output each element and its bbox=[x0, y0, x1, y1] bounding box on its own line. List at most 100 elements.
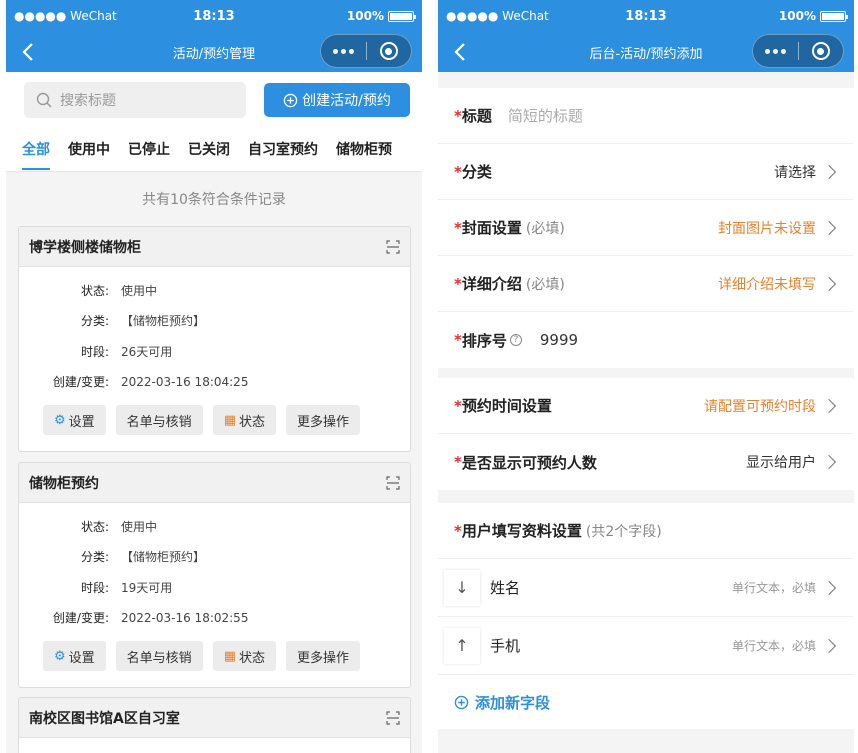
user-fields-hint: (共2个字段) bbox=[585, 523, 662, 540]
carrier-label: ●●●●● WeChat bbox=[14, 9, 117, 23]
order-input[interactable]: 9999 bbox=[540, 331, 578, 349]
help-icon[interactable]: ? bbox=[509, 334, 522, 346]
detail-field[interactable]: * 详细介绍 (必填) 详细介绍未填写 bbox=[438, 256, 854, 312]
create-button-label: 创建活动/预约 bbox=[302, 93, 391, 109]
show-count-label: 是否显示可预约人数 bbox=[461, 453, 597, 472]
plus-circle-icon bbox=[454, 695, 469, 709]
scan-icon[interactable] bbox=[386, 239, 400, 254]
roster-button[interactable]: 名单与核销 bbox=[115, 641, 203, 671]
required-mark: * bbox=[454, 162, 462, 181]
close-mini-program-icon[interactable] bbox=[367, 35, 412, 67]
activity-card: 南校区图书馆A区自习室 bbox=[18, 697, 411, 753]
create-activity-button[interactable]: 创建活动/预约 bbox=[264, 83, 410, 117]
add-field-label: 添加新字段 bbox=[475, 693, 551, 712]
search-placeholder: 搜索标题 bbox=[60, 93, 116, 109]
state-button[interactable]: ▦ 状态 bbox=[212, 405, 276, 435]
add-field-button[interactable]: 添加新字段 bbox=[438, 675, 854, 729]
field-name: 姓名 bbox=[490, 579, 521, 597]
status-row: 状态: 使用中 bbox=[19, 275, 410, 306]
period-label: 时段: bbox=[80, 580, 109, 595]
back-icon[interactable] bbox=[16, 38, 40, 66]
page-title: 后台-活动/预约添加 bbox=[589, 46, 703, 62]
tab-closed[interactable]: 已关闭 bbox=[188, 128, 230, 171]
battery-label: 100% bbox=[346, 9, 384, 23]
required-mark: * bbox=[454, 274, 462, 293]
created-label: 创建/变更: bbox=[52, 611, 109, 626]
required-mark: * bbox=[454, 453, 462, 471]
list-page: ●●●●● WeChat 18:13 100% 活动/预约管理 搜索标题 创建活… bbox=[6, 0, 422, 753]
settings-button[interactable]: ⚙ 设置 bbox=[43, 405, 106, 435]
card-header[interactable]: 南校区图书馆A区自习室 bbox=[19, 698, 410, 738]
time-panel: * 预约时间设置 请配置可预约时段 * 是否显示可预约人数 显示给用户 bbox=[438, 378, 854, 490]
filter-tabs: 全部 使用中 已停止 已关闭 自习室预约 储物柜预 bbox=[6, 128, 422, 172]
order-field[interactable]: * 排序号 ? 9999 bbox=[438, 312, 854, 368]
status-bar: ●●●●● WeChat 18:13 100% bbox=[438, 0, 854, 32]
search-input[interactable]: 搜索标题 bbox=[24, 82, 246, 118]
title-field[interactable]: * 标题 简短的标题 bbox=[438, 88, 854, 144]
user-fields-panel: * 用户填写资料设置 (共2个字段) ↓ 姓名 单行文本，必填 ↑ 手机 单行文… bbox=[438, 503, 854, 729]
clock: 18:13 bbox=[193, 8, 235, 24]
status-row: 状态: 使用中 bbox=[19, 511, 410, 542]
created-row: 创建/变更: 2022-03-16 18:04:25 bbox=[19, 367, 410, 398]
chevron-right-icon bbox=[821, 454, 837, 470]
nav-bar: 后台-活动/预约添加 bbox=[438, 32, 854, 72]
roster-label: 名单与核销 bbox=[126, 414, 192, 430]
period-value: 26天可用 bbox=[121, 344, 173, 359]
tab-stopped[interactable]: 已停止 bbox=[128, 128, 170, 171]
state-label: 状态 bbox=[238, 650, 265, 666]
required-mark: * bbox=[454, 331, 462, 349]
scan-icon[interactable] bbox=[386, 475, 400, 490]
list-item[interactable]: ↓ 姓名 单行文本，必填 bbox=[438, 559, 854, 617]
list-item[interactable]: ↑ 手机 单行文本，必填 bbox=[438, 617, 854, 675]
more-icon[interactable] bbox=[321, 35, 366, 67]
cover-hint: (必填) bbox=[525, 220, 565, 237]
clock: 18:13 bbox=[625, 8, 667, 24]
nav-bar: 活动/预约管理 bbox=[6, 32, 422, 72]
period-value: 19天可用 bbox=[121, 580, 173, 595]
settings-button[interactable]: ⚙ 设置 bbox=[43, 641, 106, 671]
settings-label: 设置 bbox=[68, 650, 95, 666]
more-actions-button[interactable]: 更多操作 bbox=[286, 405, 361, 435]
add-page: ●●●●● WeChat 18:13 100% 后台-活动/预约添加 * 标题 … bbox=[438, 0, 854, 753]
card-header[interactable]: 储物柜预约 bbox=[19, 463, 410, 503]
created-value: 2022-03-16 18:02:55 bbox=[121, 610, 249, 625]
roster-button[interactable]: 名单与核销 bbox=[115, 405, 203, 435]
more-icon[interactable] bbox=[753, 35, 798, 67]
cover-field[interactable]: * 封面设置 (必填) 封面图片未设置 bbox=[438, 200, 854, 256]
activity-card: 博学楼侧楼储物柜 状态: 使用中 分类: 【储物柜预约】 时段: 26天可用 创建/变… bbox=[18, 226, 411, 452]
close-mini-program-icon[interactable] bbox=[799, 35, 844, 67]
status-bar: ●●●●● WeChat 18:13 100% bbox=[6, 0, 422, 32]
tab-in-use[interactable]: 使用中 bbox=[68, 128, 110, 171]
toolbar: 搜索标题 创建活动/预约 bbox=[6, 72, 422, 128]
move-up-icon[interactable]: ↑ bbox=[444, 627, 480, 664]
tab-study-room[interactable]: 自习室预约 bbox=[248, 128, 318, 171]
battery-icon bbox=[388, 10, 416, 22]
state-button[interactable]: ▦ 状态 bbox=[212, 641, 276, 671]
show-count-field[interactable]: * 是否显示可预约人数 显示给用户 bbox=[438, 434, 854, 490]
mini-program-capsule bbox=[320, 34, 412, 68]
battery-indicator: 100% bbox=[346, 9, 416, 23]
tab-locker[interactable]: 储物柜预 bbox=[336, 128, 392, 171]
battery-icon bbox=[820, 10, 848, 22]
mini-program-capsule bbox=[752, 34, 844, 68]
move-down-icon[interactable]: ↓ bbox=[444, 569, 480, 606]
card-header[interactable]: 博学楼侧楼储物柜 bbox=[19, 227, 410, 267]
title-label: 标题 bbox=[461, 107, 492, 125]
tab-all[interactable]: 全部 bbox=[22, 128, 50, 171]
card-title: 储物柜预约 bbox=[29, 475, 99, 492]
title-input[interactable]: 简短的标题 bbox=[508, 105, 583, 126]
more-actions-button[interactable]: 更多操作 bbox=[286, 641, 361, 671]
time-field[interactable]: * 预约时间设置 请配置可预约时段 bbox=[438, 378, 854, 434]
state-label: 状态 bbox=[238, 414, 265, 430]
activity-card: 储物柜预约 状态: 使用中 分类: 【储物柜预约】 时段: 19天可用 创建/变更: 2… bbox=[18, 462, 411, 688]
gear-icon: ⚙ bbox=[54, 648, 66, 664]
category-value: 【储物柜预约】 bbox=[121, 314, 206, 329]
scan-icon[interactable] bbox=[386, 710, 400, 725]
category-field[interactable]: * 分类 请选择 bbox=[438, 144, 854, 200]
back-icon[interactable] bbox=[448, 38, 472, 66]
status-label: 状态: bbox=[80, 519, 109, 534]
required-mark: * bbox=[454, 396, 462, 415]
settings-label: 设置 bbox=[68, 414, 95, 430]
basic-info-panel: * 标题 简短的标题 * 分类 请选择 * 封面设置 (必填) 封面图片未设置 … bbox=[438, 88, 854, 368]
required-mark: * bbox=[454, 106, 462, 125]
